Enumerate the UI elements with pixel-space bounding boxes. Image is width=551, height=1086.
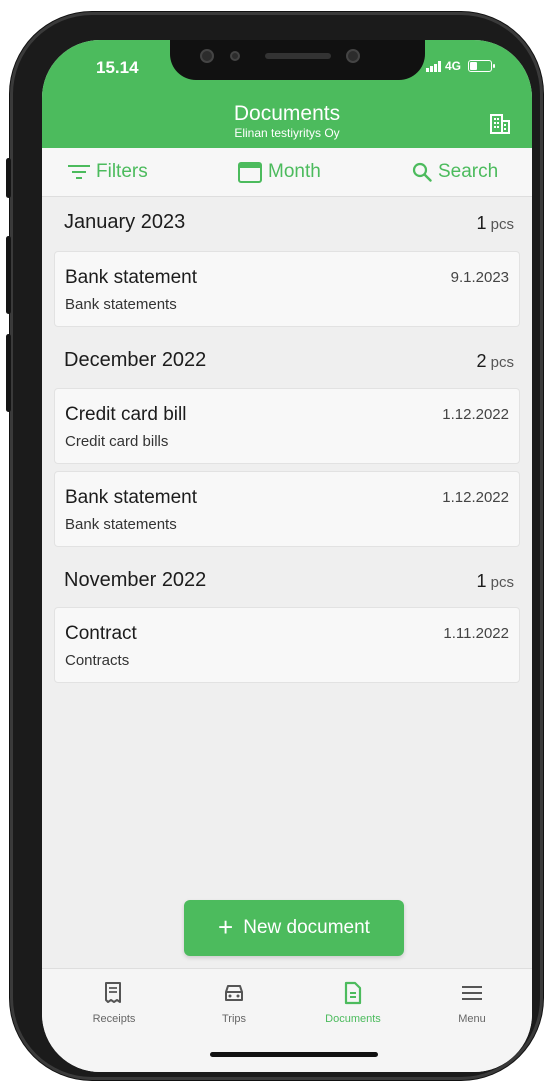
document-date: 1.12.2022 <box>442 406 509 423</box>
section-header: January 2023 1 pcs <box>42 197 532 245</box>
notch <box>170 40 425 80</box>
filters-label: Filters <box>96 161 148 182</box>
count-number: 1 <box>476 213 487 233</box>
tab-label: Receipts <box>92 1013 136 1025</box>
page-title: Documents <box>233 102 341 125</box>
tab-label: Documents <box>325 1013 381 1025</box>
sensor-dot-icon <box>230 51 240 61</box>
document-date: 1.12.2022 <box>442 489 509 506</box>
search-button[interactable]: Search <box>412 161 498 183</box>
tab-label: Trips <box>221 1013 247 1025</box>
section-header: November 2022 1 pcs <box>42 555 532 603</box>
phone-frame: 15.14 4G Documents Elinan testiyritys Oy <box>6 12 543 1080</box>
tab-label: Menu <box>458 1013 486 1025</box>
hamburger-icon <box>462 986 482 1000</box>
search-label: Search <box>438 161 499 182</box>
section-title: January 2023 <box>64 211 186 233</box>
calendar-icon <box>238 162 262 183</box>
receipt-icon <box>105 982 121 1003</box>
speaker-grille <box>265 53 331 59</box>
document-title: Bank statement <box>65 267 198 288</box>
filters-button[interactable]: Filters <box>68 161 148 183</box>
document-title: Bank statement <box>65 487 198 508</box>
new-document-button[interactable]: + New document <box>184 900 404 956</box>
document-category: Credit card bills <box>65 433 169 450</box>
front-camera-icon <box>346 49 360 63</box>
document-title: Credit card bill <box>65 404 187 425</box>
section-header: December 2022 2 pcs <box>42 335 532 383</box>
volume-down-button <box>6 334 11 412</box>
document-date: 1.11.2022 <box>443 625 509 642</box>
network-type: 4G <box>445 59 462 73</box>
count-unit: pcs <box>490 574 514 591</box>
app-header: Documents Elinan testiyritys Oy <box>42 98 532 148</box>
status-time: 15.14 <box>96 58 139 77</box>
month-label: Month <box>268 161 321 182</box>
list-item[interactable]: Credit card bill Credit card bills 1.12.… <box>54 388 520 464</box>
section-count: 1 pcs <box>476 571 514 592</box>
signal-indicator: 4G <box>426 59 496 73</box>
month-button[interactable]: Month <box>238 161 321 183</box>
document-icon <box>344 981 362 1005</box>
filter-icon <box>68 165 90 179</box>
document-title: Contract <box>65 623 137 644</box>
count-number: 1 <box>476 571 487 591</box>
sensor-icon <box>200 49 214 63</box>
section-count: 1 pcs <box>476 213 514 234</box>
section-count: 2 pcs <box>476 351 514 372</box>
document-date: 9.1.2023 <box>450 269 509 286</box>
new-document-label: New document <box>243 917 370 938</box>
home-indicator[interactable] <box>210 1052 378 1057</box>
tab-receipts[interactable]: Receipts <box>64 981 164 1025</box>
battery-icon <box>468 60 496 72</box>
count-unit: pcs <box>490 216 514 233</box>
document-category: Contracts <box>65 652 130 669</box>
tab-documents[interactable]: Documents <box>303 981 403 1025</box>
company-name: Elinan testiyritys Oy <box>234 126 340 140</box>
document-category: Bank statements <box>65 516 177 533</box>
signal-bars-icon <box>426 60 441 72</box>
mute-switch <box>6 158 11 198</box>
screen: 15.14 4G Documents Elinan testiyritys Oy <box>42 40 532 1072</box>
volume-up-button <box>6 236 11 314</box>
section-title: December 2022 <box>64 349 207 371</box>
plus-icon: + <box>218 912 234 942</box>
toolbar: Filters Month Search <box>42 148 532 197</box>
document-category: Bank statements <box>65 296 177 313</box>
search-icon <box>412 162 432 182</box>
count-unit: pcs <box>490 354 514 371</box>
tab-trips[interactable]: Trips <box>184 981 284 1025</box>
list-item[interactable]: Bank statement Bank statements 9.1.2023 <box>54 251 520 327</box>
count-number: 2 <box>476 351 487 371</box>
list-item[interactable]: Contract Contracts 1.11.2022 <box>54 607 520 683</box>
list-item[interactable]: Bank statement Bank statements 1.12.2022 <box>54 471 520 547</box>
car-icon <box>225 985 243 1001</box>
building-icon[interactable] <box>490 112 510 134</box>
status-bar: 15.14 4G <box>42 40 532 98</box>
tab-menu[interactable]: Menu <box>422 981 522 1025</box>
section-title: November 2022 <box>64 569 207 591</box>
